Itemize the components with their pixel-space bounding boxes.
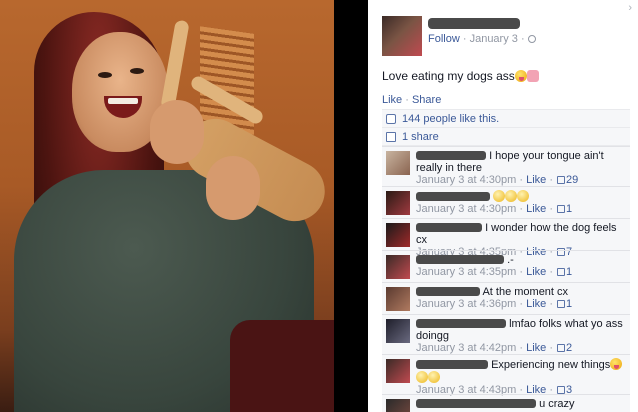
comment: lmfao folks what yo ass doingg January 3… (382, 314, 630, 354)
post-meta: Follow · January 3 · (428, 33, 536, 45)
comment: .- January 3 at 4:35pm · Like · 1 (382, 250, 630, 282)
like-thumb-icon (557, 300, 566, 308)
post-actions: Like · Share (382, 94, 442, 106)
comment: January 3 at 4:30pm · Like · 1 (382, 186, 630, 218)
comment-meta: January 3 at 4:42pm · Like · 2 (416, 342, 573, 354)
post-side-panel: › Follow · January 3 · Love eating my do… (368, 0, 638, 412)
commenter-avatar[interactable] (386, 319, 410, 343)
photo-hand-right (206, 156, 260, 220)
post-date[interactable]: January 3 (470, 33, 518, 45)
follow-link[interactable]: Follow (428, 33, 460, 45)
like-thumb-icon (557, 205, 566, 213)
commenter-avatar[interactable] (386, 223, 410, 247)
commenter-name-redacted[interactable] (416, 287, 480, 296)
like-thumb-icon (386, 114, 396, 124)
commenter-name-redacted[interactable] (416, 399, 536, 408)
commenter-avatar[interactable] (386, 399, 410, 412)
share-icon (386, 132, 396, 142)
post-header: Follow · January 3 · (382, 16, 628, 60)
comment-meta: January 3 at 4:35pm · Like · 1 (416, 266, 573, 278)
commenter-name-redacted[interactable] (416, 255, 504, 264)
smiley-emoji-icon (428, 371, 440, 383)
heart-emoji-icon (526, 70, 539, 82)
globe-icon (527, 35, 536, 43)
likes-count-row[interactable]: 144 people like this. (382, 110, 630, 128)
commenter-avatar[interactable] (386, 255, 410, 279)
shares-count-row[interactable]: 1 share (382, 128, 630, 146)
comment: I hope your tongue ain't really in there… (382, 146, 630, 186)
comment: I wonder how the dog feels cx January 3 … (382, 218, 630, 258)
photo-blanket (230, 320, 334, 412)
commenter-avatar[interactable] (386, 151, 410, 175)
smiley-emoji-icon (517, 190, 530, 202)
author-avatar[interactable] (382, 16, 422, 56)
comment-meta: January 3 at 4:30pm · Like · 29 (416, 174, 579, 186)
like-thumb-icon (557, 268, 566, 276)
commenter-name-redacted[interactable] (416, 151, 486, 160)
commenter-avatar[interactable] (386, 287, 410, 311)
smiley-emoji-icon (416, 371, 428, 383)
comment-meta: January 3 at 4:30pm · Like · 1 (416, 203, 573, 215)
commenter-name-redacted[interactable] (416, 223, 482, 232)
author-name-redacted[interactable] (428, 18, 520, 29)
commenter-name-redacted[interactable] (416, 192, 490, 201)
photo-letterbox (334, 0, 368, 412)
commenter-avatar[interactable] (386, 191, 410, 215)
comment: u crazy (382, 394, 630, 412)
like-thumb-icon (557, 386, 566, 394)
post-caption: Love eating my dogs ass (382, 69, 539, 83)
commenter-avatar[interactable] (386, 359, 410, 383)
share-link[interactable]: Share (412, 94, 441, 106)
smiley-emoji-icon (514, 70, 527, 82)
close-icon[interactable]: › (628, 2, 632, 14)
comment-list: I hope your tongue ain't really in there… (382, 146, 630, 412)
like-thumb-icon (557, 344, 566, 352)
commenter-name-redacted[interactable] (416, 360, 488, 369)
smiley-emoji-icon (493, 190, 506, 202)
post-photo (0, 0, 334, 412)
comment-meta: January 3 at 4:36pm · Like · 1 (416, 298, 573, 310)
photo-hand-left (150, 100, 204, 164)
commenter-name-redacted[interactable] (416, 319, 506, 328)
smiley-emoji-icon (505, 190, 518, 202)
engagement-summary: 144 people like this. 1 share (382, 109, 630, 146)
like-thumb-icon (557, 176, 566, 184)
smiley-emoji-icon (610, 358, 623, 370)
comment: Experiencing new things January 3 at 4:4… (382, 354, 630, 396)
like-link[interactable]: Like (382, 94, 402, 106)
comment: At the moment cx January 3 at 4:36pm · L… (382, 282, 630, 314)
